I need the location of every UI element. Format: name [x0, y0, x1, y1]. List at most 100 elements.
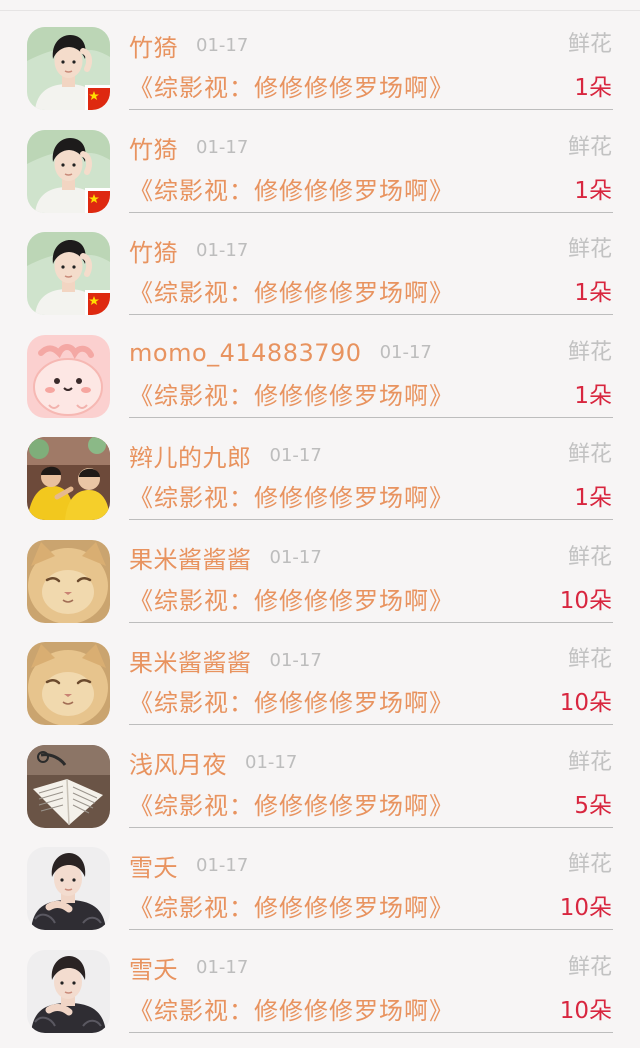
gift-type-label: 鲜花 [568, 232, 612, 268]
gift-record-list: 竹猗 01-17 鲜花 《综影视：修修修修罗场啊》 1朵 竹猗 01-17 鲜花… [0, 23, 640, 1048]
user-avatar-man-green-flag[interactable] [27, 232, 110, 315]
user-avatar-kitten[interactable] [27, 642, 110, 725]
gift-record-item[interactable]: 竹猗 01-17 鲜花 《综影视：修修修修罗场啊》 1朵 [0, 126, 640, 229]
user-name[interactable]: 果米酱酱酱 [129, 643, 252, 678]
gift-record-item[interactable]: 雪夭 01-17 鲜花 《综影视：修修修修罗场啊》 10朵 [0, 946, 640, 1048]
avatar-image [27, 437, 110, 520]
row-divider [129, 314, 613, 315]
gift-record-item[interactable]: momo_414883790 01-17 鲜花 《综影视：修修修修罗场啊》 1朵 [0, 331, 640, 434]
name-row: 雪夭 01-17 [129, 950, 248, 986]
gift-amount: 5朵 [574, 788, 612, 824]
gift-date: 01-17 [196, 855, 248, 876]
gift-date: 01-17 [196, 957, 248, 978]
user-name[interactable]: 竹猗 [129, 233, 178, 268]
gift-date: 01-17 [270, 445, 322, 466]
user-name[interactable]: 浅风月夜 [129, 745, 227, 780]
user-avatar-open-book[interactable] [27, 745, 110, 828]
avatar-image [27, 335, 110, 418]
user-name[interactable]: 雪夭 [129, 848, 178, 883]
gift-type-label: 鲜花 [568, 130, 612, 166]
name-row: 竹猗 01-17 [129, 232, 248, 268]
gift-amount: 10朵 [560, 890, 612, 926]
gift-record-item[interactable]: 浅风月夜 01-17 鲜花 《综影视：修修修修罗场啊》 5朵 [0, 741, 640, 844]
user-name[interactable]: 辫儿的九郎 [129, 438, 252, 473]
book-title-link[interactable]: 《综影视：修修修修罗场啊》 [129, 685, 454, 721]
avatar-image [27, 847, 110, 930]
gift-record-item[interactable]: 果米酱酱酱 01-17 鲜花 《综影视：修修修修罗场啊》 10朵 [0, 536, 640, 639]
user-avatar-performers-yellow[interactable] [27, 437, 110, 520]
name-row: 浅风月夜 01-17 [129, 745, 297, 781]
book-title-link[interactable]: 《综影视：修修修修罗场啊》 [129, 788, 454, 824]
gift-date: 01-17 [380, 342, 432, 363]
row-divider [129, 929, 613, 930]
row-divider [129, 109, 613, 110]
gift-type-label: 鲜花 [568, 335, 612, 371]
book-title-link[interactable]: 《综影视：修修修修罗场啊》 [129, 70, 454, 106]
top-divider [0, 10, 640, 11]
user-avatar-kitten[interactable] [27, 540, 110, 623]
user-avatar-man-dark-jacket[interactable] [27, 847, 110, 930]
gift-record-item[interactable]: 果米酱酱酱 01-17 鲜花 《综影视：修修修修罗场啊》 10朵 [0, 638, 640, 741]
avatar-image [27, 27, 110, 110]
gift-date: 01-17 [196, 35, 248, 56]
user-avatar-man-green-flag[interactable] [27, 27, 110, 110]
user-avatar-man-green-flag[interactable] [27, 130, 110, 213]
gift-amount: 1朵 [574, 480, 612, 516]
book-title-link[interactable]: 《综影视：修修修修罗场啊》 [129, 890, 454, 926]
row-divider [129, 212, 613, 213]
gift-amount: 1朵 [574, 378, 612, 414]
gift-type-label: 鲜花 [568, 540, 612, 576]
name-row: momo_414883790 01-17 [129, 335, 432, 371]
avatar-image [27, 232, 110, 315]
gift-date: 01-17 [270, 547, 322, 568]
row-divider [129, 724, 613, 725]
gift-type-label: 鲜花 [568, 437, 612, 473]
gift-date: 01-17 [245, 752, 297, 773]
name-row: 竹猗 01-17 [129, 130, 248, 166]
book-title-link[interactable]: 《综影视：修修修修罗场啊》 [129, 275, 454, 311]
gift-type-label: 鲜花 [568, 847, 612, 883]
gift-record-item[interactable]: 竹猗 01-17 鲜花 《综影视：修修修修罗场啊》 1朵 [0, 23, 640, 126]
user-name[interactable]: 雪夭 [129, 950, 178, 985]
row-divider [129, 622, 613, 623]
book-title-link[interactable]: 《综影视：修修修修罗场啊》 [129, 173, 454, 209]
gift-date: 01-17 [270, 650, 322, 671]
gift-amount: 1朵 [574, 70, 612, 106]
row-divider [129, 827, 613, 828]
user-name[interactable]: momo_414883790 [129, 339, 362, 367]
gift-type-label: 鲜花 [568, 745, 612, 781]
avatar-image [27, 130, 110, 213]
avatar-image [27, 745, 110, 828]
gift-type-label: 鲜花 [568, 642, 612, 678]
user-avatar-man-dark-jacket[interactable] [27, 950, 110, 1033]
user-avatar-pink-cartoon[interactable] [27, 335, 110, 418]
row-divider [129, 417, 613, 418]
gift-type-label: 鲜花 [568, 27, 612, 63]
name-row: 雪夭 01-17 [129, 847, 248, 883]
name-row: 果米酱酱酱 01-17 [129, 642, 322, 678]
gift-record-item[interactable]: 雪夭 01-17 鲜花 《综影视：修修修修罗场啊》 10朵 [0, 843, 640, 946]
name-row: 竹猗 01-17 [129, 27, 248, 63]
avatar-image [27, 950, 110, 1033]
avatar-image [27, 540, 110, 623]
name-row: 果米酱酱酱 01-17 [129, 540, 322, 576]
row-divider [129, 519, 613, 520]
book-title-link[interactable]: 《综影视：修修修修罗场啊》 [129, 993, 454, 1029]
gift-amount: 10朵 [560, 583, 612, 619]
gift-amount: 10朵 [560, 685, 612, 721]
user-name[interactable]: 竹猗 [129, 130, 178, 165]
name-row: 辫儿的九郎 01-17 [129, 437, 322, 473]
user-name[interactable]: 果米酱酱酱 [129, 540, 252, 575]
gift-type-label: 鲜花 [568, 950, 612, 986]
gift-amount: 1朵 [574, 173, 612, 209]
book-title-link[interactable]: 《综影视：修修修修罗场啊》 [129, 583, 454, 619]
gift-amount: 1朵 [574, 275, 612, 311]
gift-record-item[interactable]: 竹猗 01-17 鲜花 《综影视：修修修修罗场啊》 1朵 [0, 228, 640, 331]
gift-record-item[interactable]: 辫儿的九郎 01-17 鲜花 《综影视：修修修修罗场啊》 1朵 [0, 433, 640, 536]
avatar-image [27, 642, 110, 725]
row-divider [129, 1032, 613, 1033]
user-name[interactable]: 竹猗 [129, 28, 178, 63]
gift-date: 01-17 [196, 240, 248, 261]
book-title-link[interactable]: 《综影视：修修修修罗场啊》 [129, 378, 454, 414]
book-title-link[interactable]: 《综影视：修修修修罗场啊》 [129, 480, 454, 516]
